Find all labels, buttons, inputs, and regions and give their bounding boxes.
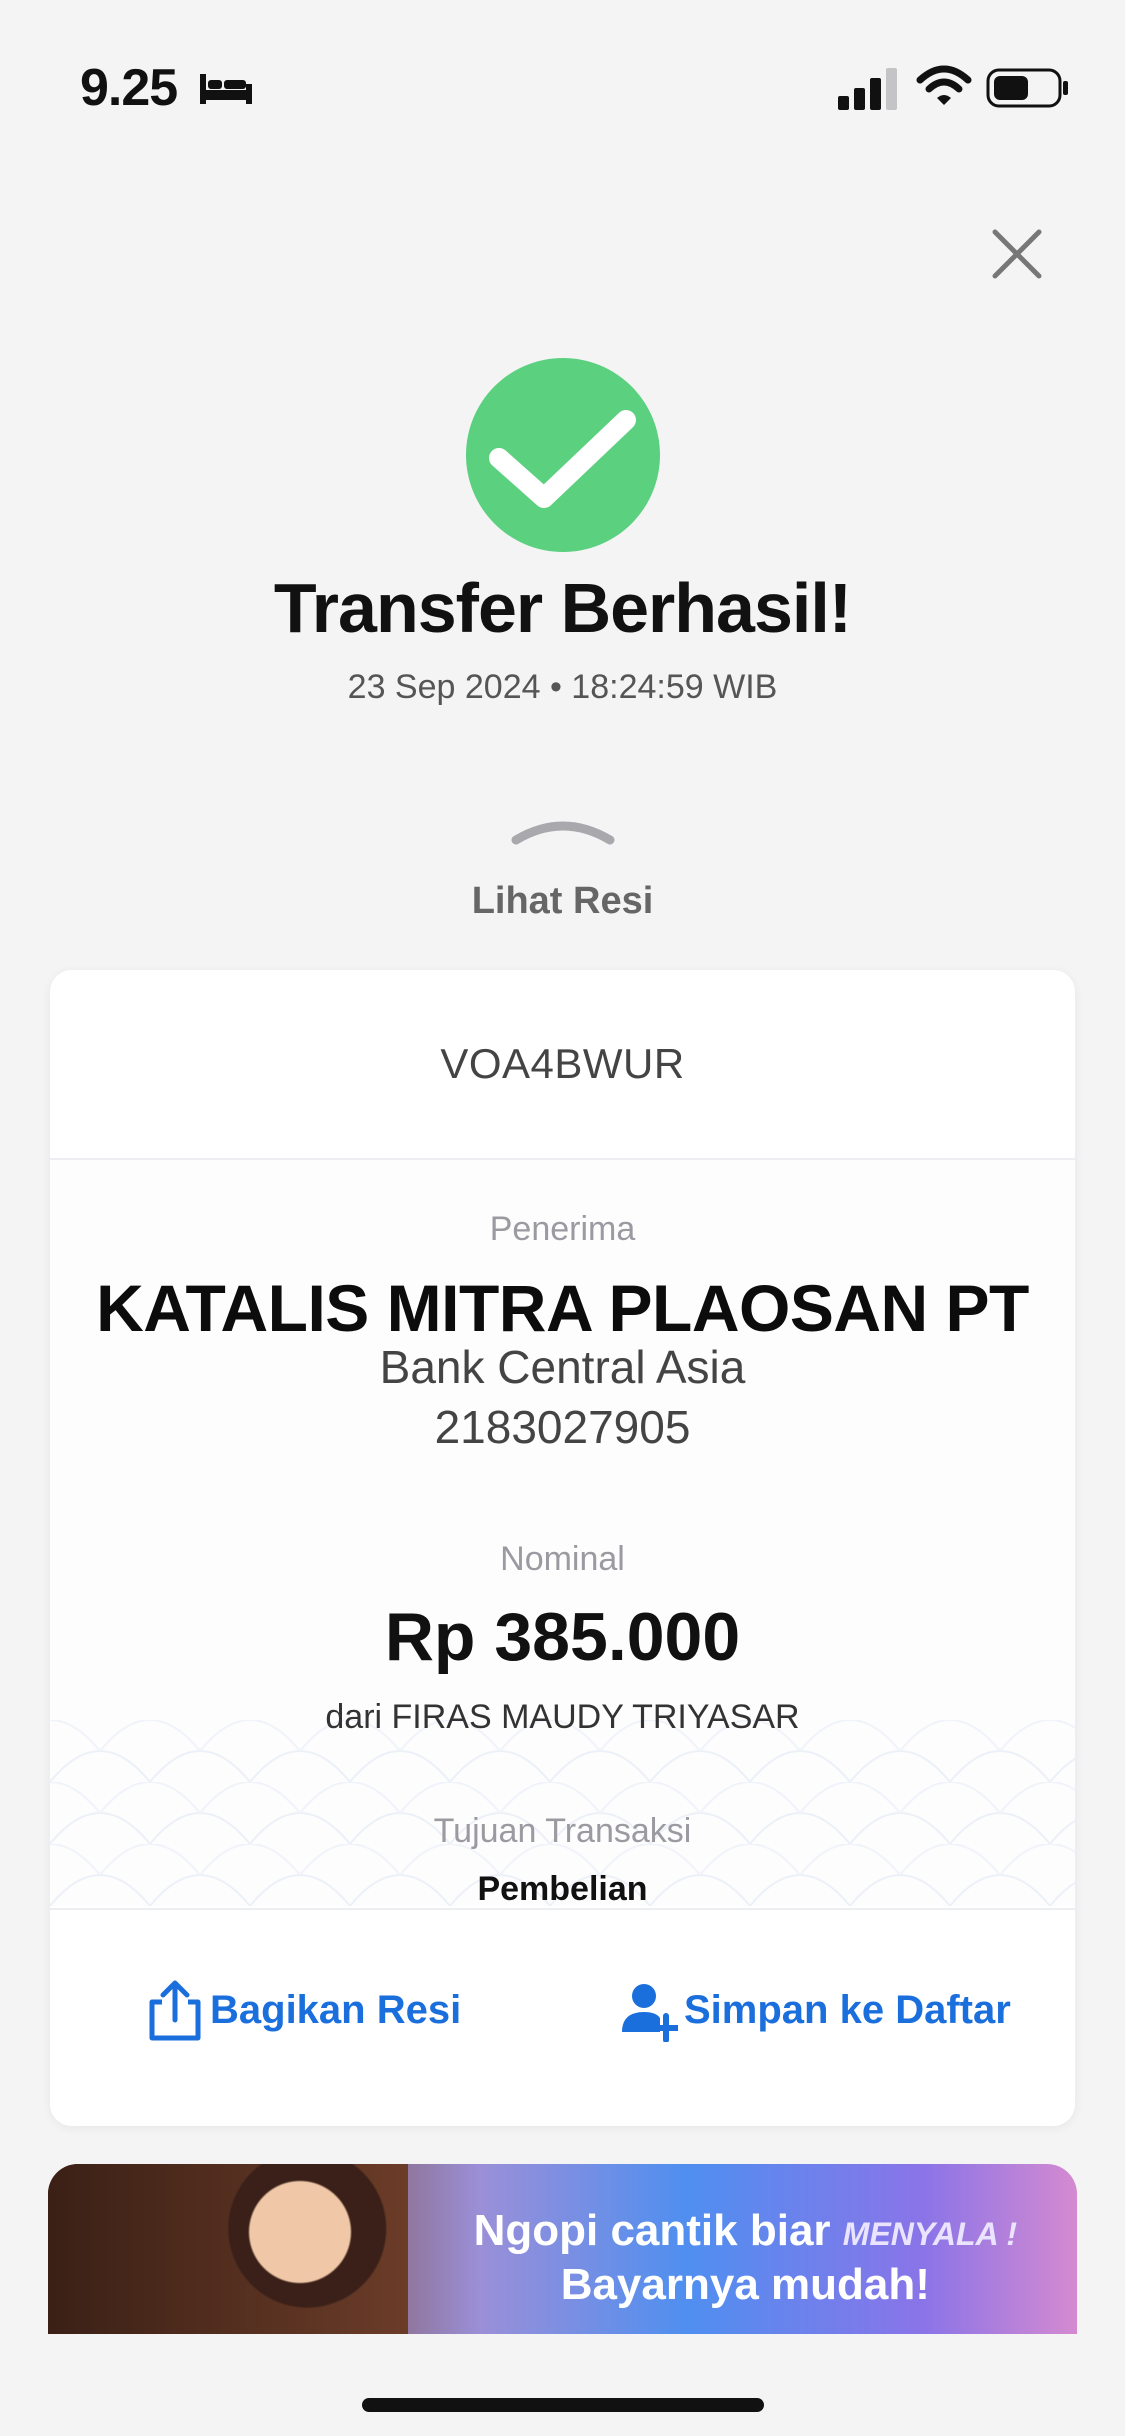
promo-highlight: MENYALA !	[842, 2216, 1017, 2252]
checkmark-icon	[489, 410, 636, 508]
recipient-label: Penerima	[489, 1210, 636, 1248]
promo-headline: Ngopi cantik biar MENYALA !	[474, 2206, 1017, 2256]
bank-name: Bank Central Asia	[379, 1341, 746, 1393]
reference-section: VOA4BWUR	[50, 970, 1075, 1160]
transaction-datetime: 23 Sep 2024 • 18:24:59 WIB	[347, 668, 778, 706]
save-to-list-button[interactable]: Simpan ke Daftar	[620, 1978, 1011, 2042]
promo-line2: Bayarnya mudah!	[560, 2260, 930, 2309]
signal-icon	[838, 68, 897, 110]
account-number: 2183027905	[434, 1401, 691, 1453]
home-indicator[interactable]	[362, 2398, 764, 2412]
view-receipt-toggle[interactable]: Lihat Resi	[0, 880, 1125, 923]
battery-icon	[986, 68, 1068, 108]
status-time: 9.25	[80, 59, 178, 117]
wifi-icon	[916, 65, 972, 105]
transfer-amount: Rp 385.000	[384, 1599, 741, 1675]
receipt-actions: Bagikan Resi Simpan ke Daftar	[50, 1908, 1075, 2126]
chevron-up-icon[interactable]	[510, 812, 616, 848]
reference-code: VOA4BWUR	[440, 1040, 685, 1087]
bed-icon	[200, 74, 252, 104]
share-receipt-button[interactable]: Bagikan Resi	[146, 1978, 461, 2042]
add-user-icon	[622, 1984, 678, 2042]
purpose-label: Tujuan Transaksi	[433, 1812, 692, 1850]
transaction-purpose: Pembelian	[477, 1870, 648, 1908]
close-icon[interactable]	[985, 222, 1049, 286]
bottom-safe-area	[0, 2334, 1125, 2436]
sender-name: dari FIRAS MAUDY TRIYASAR	[325, 1698, 800, 1736]
promo-text: Ngopi cantik biar MENYALA ! Bayarnya mud…	[474, 2206, 1017, 2310]
promo-image	[48, 2164, 408, 2334]
save-to-list-label: Simpan ke Daftar	[684, 1987, 1011, 2032]
amount-label: Nominal	[500, 1540, 625, 1578]
check-circle-icon	[466, 358, 660, 552]
page-title: Transfer Berhasil!	[273, 569, 852, 647]
promo-line1: Ngopi cantik biar	[473, 2206, 831, 2255]
share-icon	[149, 1980, 201, 2041]
recipient-name: KATALIS MITRA PLAOSAN PT	[96, 1271, 1029, 1345]
status-bar: 9.25	[0, 0, 1125, 150]
share-receipt-label: Bagikan Resi	[210, 1987, 462, 2032]
receipt-card: VOA4BWUR Penerima KATALIS MITRA PLAOSAN …	[50, 970, 1075, 2126]
promo-banner[interactable]: Ngopi cantik biar MENYALA ! Bayarnya mud…	[48, 2164, 1077, 2334]
